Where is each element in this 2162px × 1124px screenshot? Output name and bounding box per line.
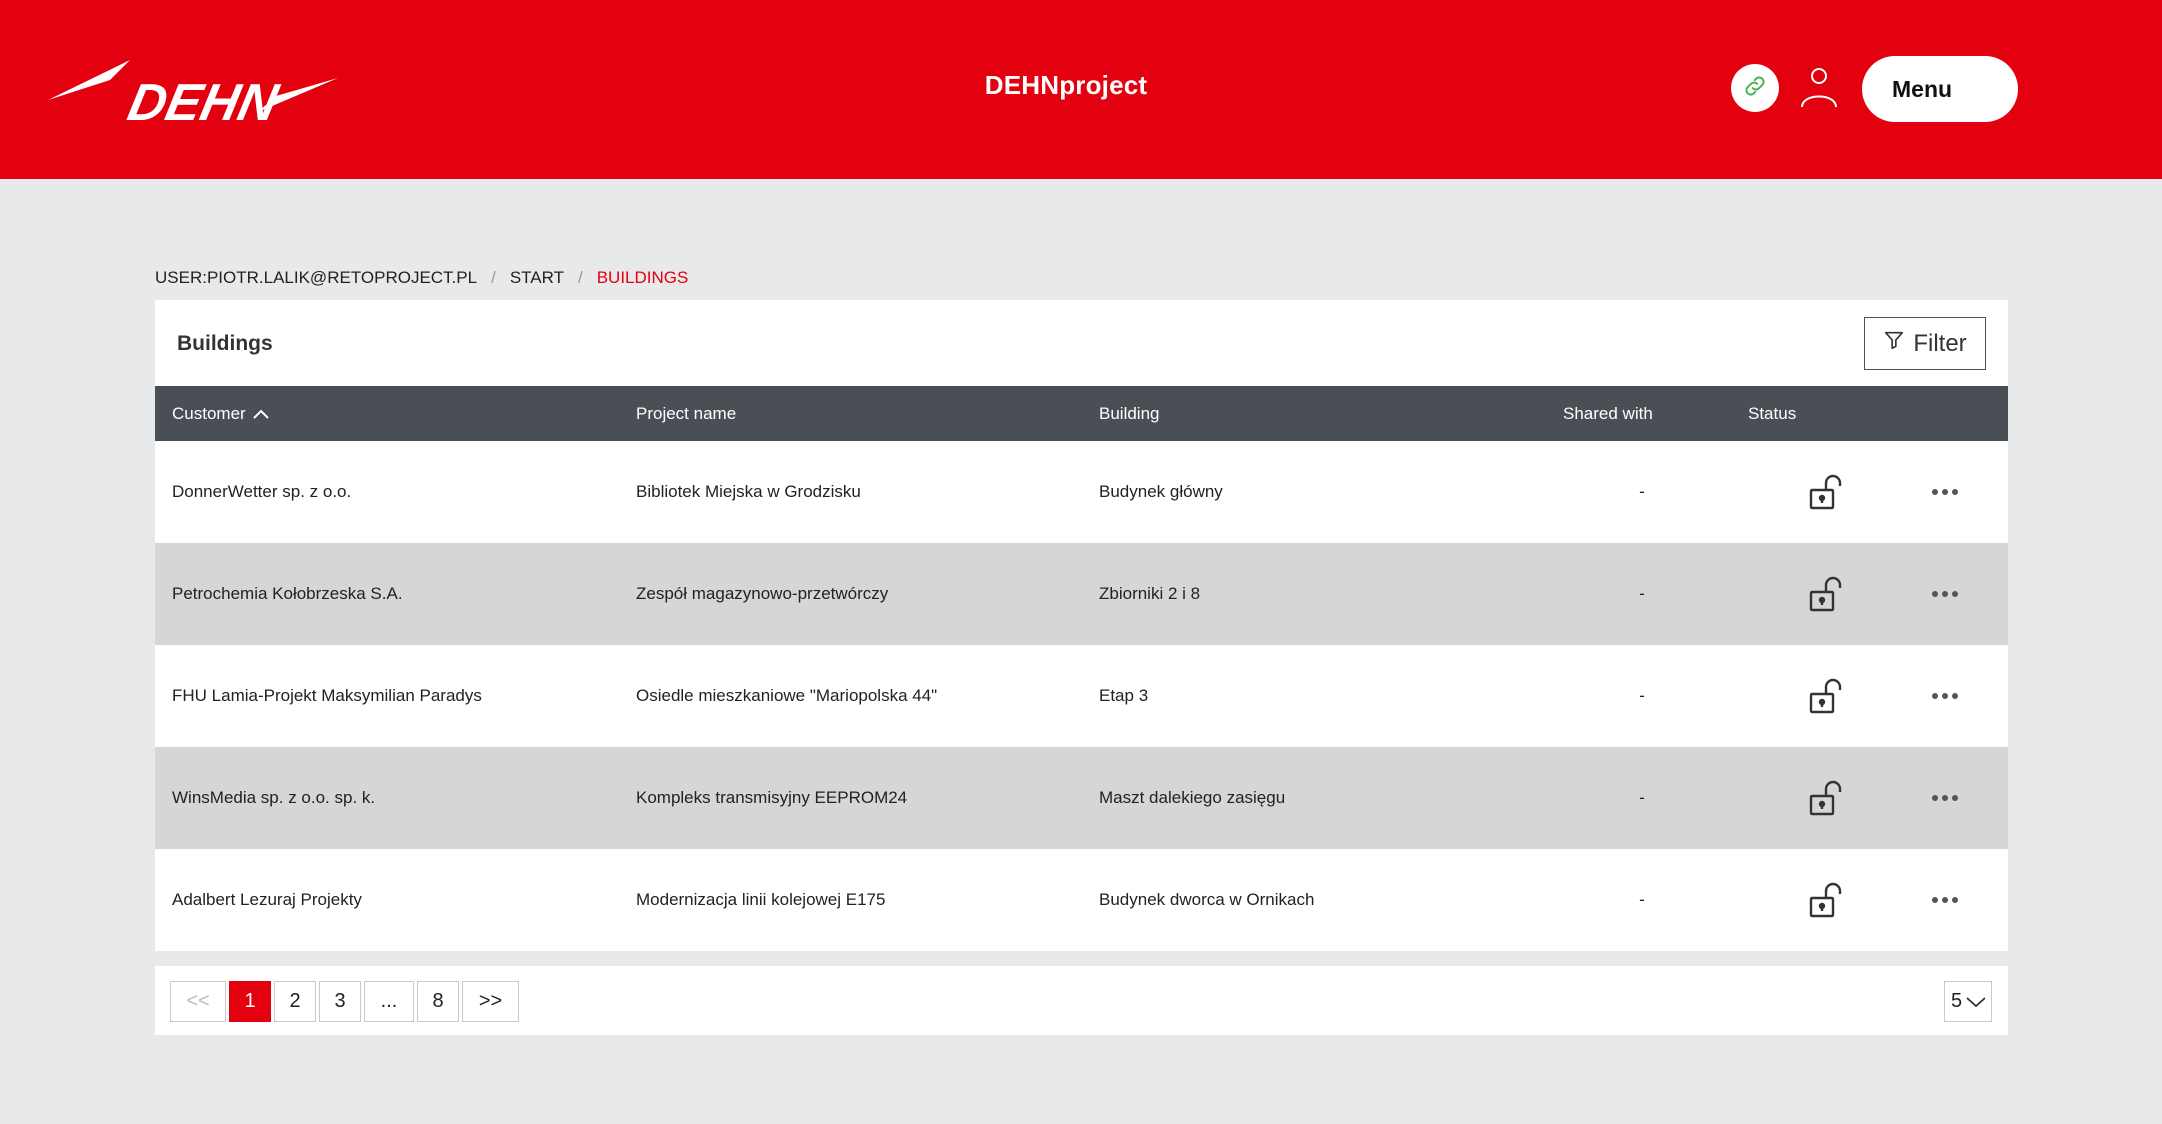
page-button-1[interactable]: 1: [229, 981, 271, 1022]
breadcrumb-start-link[interactable]: START: [510, 268, 564, 288]
user-profile-button[interactable]: [1798, 64, 1840, 112]
pagination-bar: << 1 2 3 ... 8 >> 5: [155, 966, 2008, 1035]
user-icon: [1799, 63, 1839, 114]
table-row[interactable]: WinsMedia sp. z o.o. sp. k. Kompleks tran…: [155, 747, 2008, 849]
unlock-icon[interactable]: [1798, 441, 1854, 543]
cell-customer: FHU Lamia-Projekt Maksymilian Paradys: [172, 686, 482, 705]
cell-customer: DonnerWetter sp. z o.o.: [172, 482, 352, 501]
more-options-icon[interactable]: [1925, 645, 1965, 747]
cell-shared-with: -: [1639, 890, 1645, 909]
cell-project-name: Kompleks transmisyjny EEPROM24: [636, 788, 908, 807]
buildings-panel: Buildings Filter Customer Project name B…: [155, 300, 2008, 951]
breadcrumb-user: USER:PIOTR.LALIK@RETOPROJECT.PL: [155, 268, 478, 287]
cell-shared-with: -: [1639, 584, 1645, 603]
unlock-icon[interactable]: [1798, 747, 1854, 849]
cell-project-name: Modernizacja linii kolejowej E175: [636, 890, 886, 909]
page-ellipsis[interactable]: ...: [364, 981, 414, 1022]
cell-customer: Petrochemia Kołobrzeska S.A.: [172, 584, 403, 603]
cell-project-name: Zespół magazynowo-przetwórczy: [636, 584, 889, 603]
column-building[interactable]: Building: [1099, 386, 1160, 441]
menu-button[interactable]: Menu: [1862, 56, 2018, 122]
page-button-8[interactable]: 8: [417, 981, 459, 1022]
column-shared-with[interactable]: Shared with: [1563, 386, 1653, 441]
chevron-down-icon: [1965, 995, 1987, 1009]
pagination: << 1 2 3 ... 8 >>: [170, 981, 519, 1022]
column-customer-label: Customer: [172, 403, 246, 423]
column-status[interactable]: Status: [1748, 386, 1796, 441]
next-page-button[interactable]: >>: [462, 981, 519, 1022]
cell-shared-with: -: [1639, 686, 1645, 705]
breadcrumb-current: BUILDINGS: [596, 268, 689, 287]
cell-project-name: Bibliotek Miejska w Grodzisku: [636, 482, 861, 501]
table-row[interactable]: Adalbert Lezuraj Projekty Modernizacja li…: [155, 849, 2008, 951]
filter-label: Filter: [1913, 329, 1967, 357]
more-options-icon[interactable]: [1925, 747, 1965, 849]
unlock-icon[interactable]: [1798, 849, 1854, 951]
cell-customer: WinsMedia sp. z o.o. sp. k.: [172, 788, 376, 807]
more-options-icon[interactable]: [1925, 441, 1965, 543]
column-project-name[interactable]: Project name: [636, 386, 736, 441]
cell-building: Budynek główny: [1099, 482, 1223, 501]
filter-icon: [1883, 329, 1905, 358]
top-bar: DEHN DEHNproject Menu: [0, 0, 2162, 179]
cell-building: Zbiorniki 2 i 8: [1099, 584, 1201, 603]
filter-button[interactable]: Filter: [1864, 317, 1986, 370]
page-title: Buildings: [177, 332, 273, 355]
prev-page-button[interactable]: <<: [170, 981, 226, 1022]
more-options-icon[interactable]: [1925, 543, 1965, 645]
share-link-button[interactable]: [1731, 64, 1779, 112]
page-size-value: 5: [1951, 990, 1963, 1012]
unlock-icon[interactable]: [1798, 645, 1854, 747]
breadcrumb-separator: /: [577, 268, 583, 287]
page-button-2[interactable]: 2: [274, 981, 316, 1022]
cell-customer: Adalbert Lezuraj Projekty: [172, 890, 362, 909]
page-button-3[interactable]: 3: [319, 981, 361, 1022]
unlock-icon[interactable]: [1798, 543, 1854, 645]
cell-building: Etap 3: [1099, 686, 1149, 705]
breadcrumb-separator: /: [491, 268, 496, 287]
cell-shared-with: -: [1639, 482, 1645, 501]
link-icon: [1742, 73, 1768, 104]
cell-shared-with: -: [1639, 788, 1645, 807]
cell-building: Maszt dalekiego zasięgu: [1099, 788, 1286, 807]
more-options-icon[interactable]: [1925, 849, 1965, 951]
cell-project-name: Osiedle mieszkaniowe "Mariopolska 44": [636, 686, 938, 705]
chevron-up-icon: [252, 408, 270, 420]
table-row[interactable]: Petrochemia Kołobrzeska S.A. Zespół magaz…: [155, 543, 2008, 645]
table-header: Customer Project name Building Shared wi…: [155, 386, 2008, 441]
table-row[interactable]: DonnerWetter sp. z o.o. Bibliotek Miejska…: [155, 441, 2008, 543]
breadcrumb: USER:PIOTR.LALIK@RETOPROJECT.PL / START …: [155, 268, 688, 288]
column-customer[interactable]: Customer: [172, 386, 270, 441]
cell-building: Budynek dworca w Ornikach: [1099, 890, 1315, 909]
table-row[interactable]: FHU Lamia-Projekt Maksymilian Paradys Osi…: [155, 645, 2008, 747]
page-size-select[interactable]: 5: [1944, 981, 1992, 1022]
